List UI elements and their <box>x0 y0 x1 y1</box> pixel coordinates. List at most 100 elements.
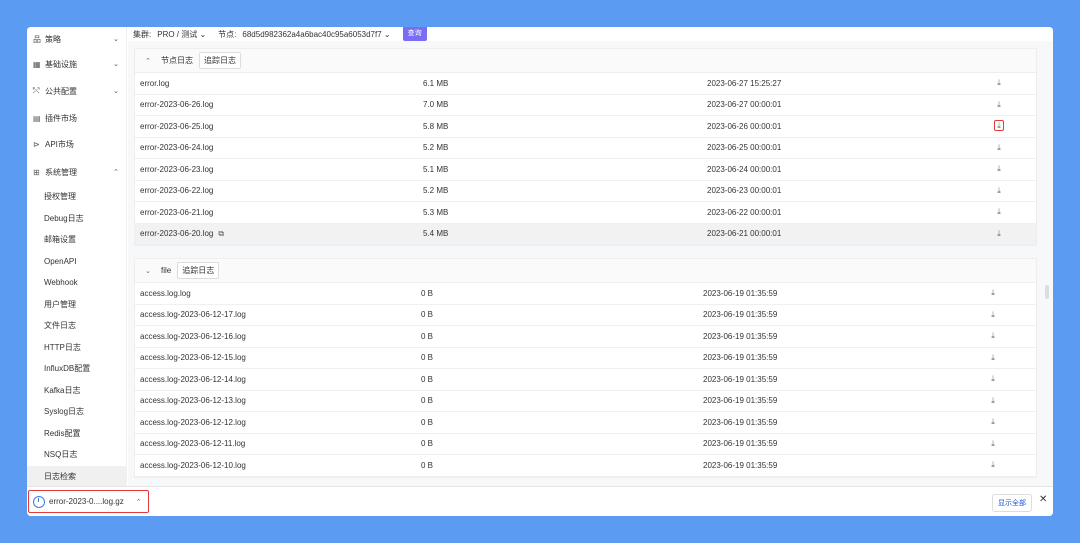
sidebar-subitem[interactable]: HTTP日志 <box>27 337 127 358</box>
close-icon[interactable]: ✕ <box>1039 494 1047 505</box>
download-icon[interactable]: ⤓ <box>987 288 999 298</box>
app-window: 品策略 ⌄ ▦ 基础设施 ⌄ ⤲ 公共配置 ⌄ ▤ 插件市场 ⊳ API市场 ⊞ 系统管理 ⌃ 授权管理 Deb… <box>27 27 1053 516</box>
table-row: error-2023-06-24.log 5.2 MB 2023-06-25 00:… <box>135 138 1036 159</box>
download-icon[interactable]: ⤓ <box>987 374 999 384</box>
table-row: access.log.log 0 B 2023-06-19 01:35:59 ⤓ <box>135 283 1036 305</box>
file-time: 2023-06-19 01:35:59 <box>703 417 778 427</box>
sidebar-item-0[interactable]: 品策略 ⌄ <box>27 27 127 51</box>
file-size: 0 B <box>421 439 434 449</box>
table-row: access.log-2023-06-12-17.log 0 B 2023-06-1… <box>135 305 1036 326</box>
download-icon[interactable]: ⤓ <box>987 396 999 406</box>
cluster-select[interactable]: PRO / 测试 ⌄ <box>157 29 206 40</box>
sidebar-subitem[interactable]: 日志检索 <box>27 465 127 487</box>
file-size: 5.2 MB <box>423 186 449 196</box>
file-size: 6.1 MB <box>423 78 449 88</box>
download-icon[interactable]: ⤓ <box>993 207 1005 217</box>
file-name: error-2023-06-22.log <box>140 186 214 196</box>
download-icon[interactable]: ⤓ <box>987 310 999 320</box>
sidebar-subitem[interactable]: 邮箱设置 <box>27 229 127 250</box>
sidebar-item-2[interactable]: ⤲ 公共配置 ⌄ <box>27 79 127 103</box>
sidebar: 品策略 ⌄ ▦ 基础设施 ⌄ ⤲ 公共配置 ⌄ ▤ 插件市场 ⊳ API市场 ⊞ 系统管理 ⌃ 授权管理 Deb… <box>27 27 127 487</box>
scrollbar-thumb[interactable] <box>1045 285 1049 299</box>
collapse-chevron-icon[interactable]: ⌃ <box>145 57 155 65</box>
sidebar-item-1[interactable]: ▦ 基础设施 ⌄ <box>27 52 127 76</box>
file-size: 0 B <box>421 353 434 363</box>
download-icon[interactable]: ⤓ <box>993 229 1005 239</box>
file-time: 2023-06-19 01:35:59 <box>703 374 778 384</box>
file-time: 2023-06-19 01:35:59 <box>703 396 778 406</box>
download-icon[interactable]: ⤓ <box>987 439 999 449</box>
chevron-icon: ⌄ <box>113 61 119 68</box>
file-time: 2023-06-25 00:00:01 <box>707 143 782 153</box>
file-size: 7.0 MB <box>423 100 449 110</box>
node-select[interactable]: 68d5d982362a4a6bac40c95a6053d7f7 ⌄ <box>242 30 390 39</box>
table-row: access.log-2023-06-12-13.log 0 B 2023-06-1… <box>135 391 1036 412</box>
sidebar-item-label: 基础设施 <box>45 59 77 69</box>
download-icon[interactable]: ⤓ <box>993 186 1005 196</box>
download-icon[interactable]: ⤓ <box>987 353 999 363</box>
download-icon[interactable]: ⤓ <box>993 100 1005 110</box>
expand-chevron-icon[interactable]: ⌄ <box>145 267 155 275</box>
file-log-panel: ⌄ file 追踪日志 access.log.log 0 B 2023-06-19 … <box>134 258 1037 478</box>
file-size: 5.2 MB <box>423 143 449 153</box>
apps-icon: ⊞ <box>33 167 40 177</box>
sidebar-item-4[interactable]: ⊳ API市场 <box>27 132 127 156</box>
sidebar-subitem[interactable]: 用户管理 <box>27 294 127 315</box>
file-size: 0 B <box>421 460 434 470</box>
show-all-button[interactable]: 显示全部 <box>992 494 1032 512</box>
sidebar-subitem[interactable]: 授权管理 <box>27 186 127 207</box>
sidebar-item-label: 策略 <box>45 34 61 44</box>
sidebar-subitem[interactable]: NSQ日志 <box>27 444 127 465</box>
download-progress-icon <box>33 495 45 508</box>
table-row: error-2023-06-26.log 7.0 MB 2023-06-27 00:… <box>135 95 1036 116</box>
chevron-icon: ⌃ <box>113 169 119 176</box>
sidebar-item-3[interactable]: ▤ 插件市场 <box>27 106 127 130</box>
file-size: 5.8 MB <box>423 121 449 131</box>
sidebar-subitem[interactable]: Debug日志 <box>27 208 127 229</box>
filter-bar: 集群: PRO / 测试 ⌄ 节点: 68d5d982362a4a6bac40c… <box>128 27 1053 41</box>
track-log-button[interactable]: 追踪日志 <box>199 52 241 69</box>
file-name: access.log-2023-06-12-14.log <box>140 374 246 384</box>
sidebar-subitem[interactable]: InfluxDB配置 <box>27 358 127 379</box>
download-item[interactable]: error-2023-0....log.gz ⌃ <box>28 490 149 513</box>
sidebar-subitem[interactable]: Webhook <box>27 272 127 293</box>
file-name: access.log.log <box>140 288 191 298</box>
file-size: 0 B <box>421 417 434 427</box>
file-time: 2023-06-26 00:00:01 <box>707 121 782 131</box>
file-time: 2023-06-22 00:00:01 <box>707 207 782 217</box>
file-time: 2023-06-19 01:35:59 <box>703 439 778 449</box>
file-size: 5.3 MB <box>423 207 449 217</box>
query-button[interactable]: 查询 <box>402 27 427 41</box>
sidebar-item-5[interactable]: ⊞ 系统管理 ⌃ <box>27 160 127 184</box>
download-icon[interactable]: ⤓ <box>987 417 999 427</box>
table-row: error-2023-06-23.log 5.1 MB 2023-06-24 00:… <box>135 159 1036 181</box>
table-row: access.log-2023-06-12-12.log 0 B 2023-06-1… <box>135 412 1036 434</box>
download-icon[interactable]: ⤓ <box>993 164 1005 174</box>
sidebar-subitem[interactable]: Kafka日志 <box>27 380 127 401</box>
download-icon[interactable]: ⤓ <box>993 120 1005 132</box>
track-log-button[interactable]: 追踪日志 <box>177 262 220 279</box>
sidebar-subitem[interactable]: Redis配置 <box>27 423 127 444</box>
chevron-up-icon[interactable]: ⌃ <box>136 498 142 506</box>
download-icon[interactable]: ⤓ <box>993 78 1005 88</box>
sidebar-subitem[interactable]: OpenAPI <box>27 251 127 272</box>
download-icon[interactable]: ⤓ <box>993 143 1005 153</box>
table-row: access.log-2023-06-12-15.log 0 B 2023-06-1… <box>135 348 1036 369</box>
file-name: access.log-2023-06-12-12.log <box>140 417 246 427</box>
download-icon[interactable]: ⤓ <box>987 460 999 470</box>
file-name: error-2023-06-25.log <box>140 121 214 131</box>
table-row: error-2023-06-25.log 5.8 MB 2023-06-26 00:… <box>135 116 1036 138</box>
chevron-icon: ⌄ <box>113 36 119 43</box>
sidebar-subitem[interactable]: 文件日志 <box>27 315 127 336</box>
chevron-icon: ⌄ <box>113 88 119 95</box>
copy-icon[interactable]: ⧉ <box>218 229 224 238</box>
sidebar-subitem[interactable]: Syslog日志 <box>27 401 127 422</box>
download-icon[interactable]: ⤓ <box>987 331 999 341</box>
file-time: 2023-06-24 00:00:01 <box>707 164 782 174</box>
sidebar-item-label: 系统管理 <box>45 167 77 177</box>
sidebar-item-label: API市场 <box>45 139 74 149</box>
node-label: 节点: <box>218 29 237 39</box>
file-size: 0 B <box>421 310 434 320</box>
panel-title: 节点日志 <box>161 56 193 65</box>
file-time: 2023-06-27 00:00:01 <box>707 100 782 110</box>
